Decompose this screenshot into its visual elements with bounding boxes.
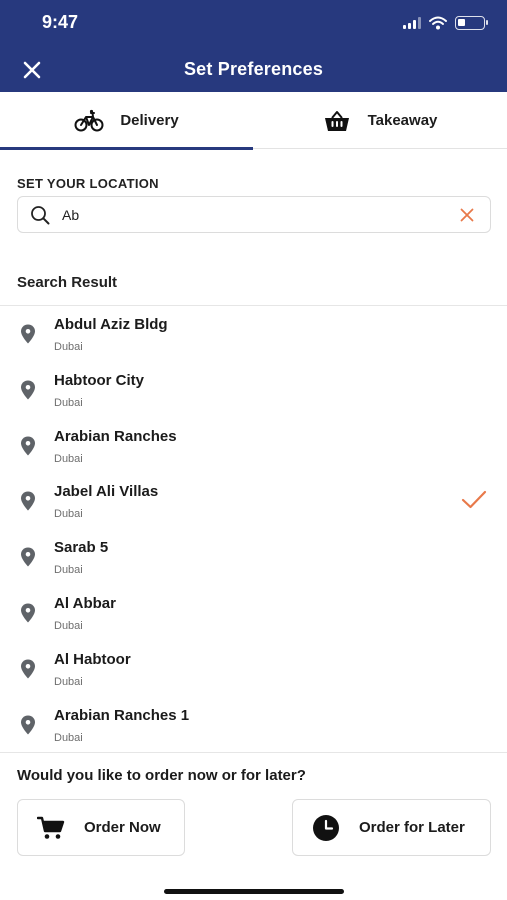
result-name: Al Abbar [54, 594, 116, 612]
clear-icon [460, 208, 474, 221]
location-pin-icon [21, 715, 35, 735]
result-name: Habtoor City [54, 371, 144, 389]
bicycle-icon [74, 108, 104, 134]
result-name: Jabel Ali Villas [54, 483, 159, 501]
result-city: Dubai [54, 396, 83, 409]
search-icon [18, 196, 62, 233]
home-indicator [164, 889, 344, 894]
search-results-title: Search Result [17, 274, 118, 291]
result-name: Arabian Ranches 1 [54, 706, 190, 724]
cart-icon [18, 816, 84, 840]
result-name: Arabian Ranches [54, 427, 177, 445]
location-pin-icon [21, 491, 35, 511]
location-pin-icon [21, 324, 35, 344]
location-section-label: SET YOUR LOCATION [17, 176, 159, 191]
clear-search-button[interactable] [444, 196, 490, 233]
tab-takeaway[interactable]: Takeaway [253, 92, 506, 149]
order-timing-question: Would you like to order now or for later… [17, 767, 306, 784]
location-pin-icon [21, 547, 35, 567]
order-later-label: Order for Later [359, 819, 465, 836]
result-city: Dubai [54, 619, 83, 632]
mode-tabs: Delivery Takeaway [0, 92, 507, 150]
result-item[interactable]: Habtoor City Dubai [0, 362, 507, 418]
page-title: Set Preferences [183, 59, 324, 79]
result-item[interactable]: Abdul Aziz Bldg Dubai [0, 306, 507, 362]
location-pin-icon [21, 380, 35, 400]
order-now-button[interactable]: Order Now [17, 799, 185, 856]
result-item[interactable]: Al Habtoor Dubai [0, 641, 507, 697]
result-city: Dubai [54, 508, 83, 521]
checkmark-icon [461, 491, 487, 509]
result-city: Dubai [54, 341, 83, 353]
location-pin-icon [21, 603, 35, 623]
result-city: Dubai [54, 731, 83, 744]
battery-icon [455, 16, 488, 30]
status-time: 9:47 [42, 12, 79, 32]
clock-icon [293, 814, 359, 842]
order-now-label: Order Now [84, 819, 161, 836]
tab-delivery[interactable]: Delivery [0, 92, 253, 150]
location-search-box [17, 196, 491, 233]
result-city: Dubai [54, 675, 83, 688]
result-item[interactable]: Arabian Ranches 1 Dubai [0, 697, 507, 752]
cellular-signal-icon [403, 17, 421, 29]
basket-icon [322, 108, 352, 134]
result-item[interactable]: Sarab 5 Dubai [0, 529, 507, 585]
location-search-input[interactable] [62, 197, 444, 232]
wifi-icon [429, 16, 447, 30]
result-item-selected[interactable]: Jabel Ali Villas Dubai [0, 473, 507, 529]
result-name: Abdul Aziz Bldg [54, 316, 168, 333]
status-icons [403, 14, 488, 32]
location-pin-icon [21, 436, 35, 456]
tab-takeaway-label: Takeaway [367, 112, 438, 129]
order-later-button[interactable]: Order for Later [292, 799, 491, 856]
app-header: 9:47 Set Preferences [0, 0, 507, 92]
result-name: Sarab 5 [54, 539, 109, 557]
search-results-list: Abdul Aziz Bldg Dubai Habtoor City Dubai… [0, 306, 507, 752]
result-name: Al Habtoor [54, 650, 131, 668]
result-city: Dubai [54, 452, 83, 465]
location-pin-icon [21, 659, 35, 679]
tab-delivery-label: Delivery [120, 112, 179, 129]
result-item[interactable]: Arabian Ranches Dubai [0, 418, 507, 474]
result-item[interactable]: Al Abbar Dubai [0, 585, 507, 641]
order-timing-panel: Would you like to order now or for later… [0, 752, 507, 900]
result-city: Dubai [54, 564, 83, 577]
